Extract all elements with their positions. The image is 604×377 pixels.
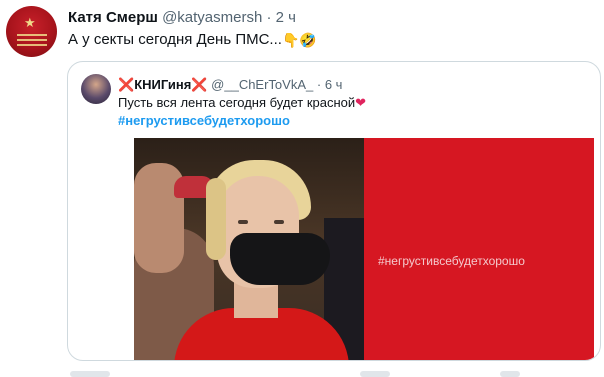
separator-dot: · <box>316 77 322 92</box>
author-name[interactable]: Катя Смерш <box>68 9 158 26</box>
heart-icon: ❤ <box>355 95 367 110</box>
separator-dot: · <box>266 9 272 26</box>
media-photo[interactable] <box>134 138 364 360</box>
quoted-tweet-header: ❌КНИГиня❌ @__ChErToVkA_ · 6 ч <box>118 77 342 93</box>
cross-mark-icon: ❌ <box>191 77 208 92</box>
quoted-tweet[interactable]: ❌КНИГиня❌ @__ChErToVkA_ · 6 ч Пусть вся … <box>67 61 601 361</box>
quoted-tweet-text-body: Пусть вся лента сегодня будет красной <box>118 95 356 110</box>
quoted-media[interactable]: #негрустивсебудетхорошо <box>134 138 594 360</box>
rolling-laughing-emoji: 🤣 <box>299 32 317 48</box>
red-panel-hashtag: #негрустивсебудетхорошо <box>378 254 525 268</box>
quoted-hashtag-link[interactable]: #негрустивсебудетхорошо <box>118 113 290 128</box>
media-red-panel[interactable]: #негрустивсебудетхорошо <box>364 138 594 360</box>
author-avatar[interactable]: ★ <box>6 6 57 57</box>
tweet-text-body: А у секты сегодня День ПМС... <box>68 31 282 48</box>
star-icon: ★ <box>24 15 36 30</box>
tweet-header: Катя Смерш @katyasmersh · 2 ч <box>68 9 296 26</box>
next-tweet-partial <box>60 368 600 377</box>
quoted-author-name[interactable]: ❌КНИГиня❌ <box>118 77 208 92</box>
tweet-text: А у секты сегодня День ПМС...👇🤣 <box>68 31 317 49</box>
cross-mark-icon: ❌ <box>118 77 135 92</box>
pointing-down-emoji: 👇 <box>281 32 300 48</box>
quoted-author-avatar[interactable] <box>81 74 111 104</box>
quoted-author-name-text: КНИГиня <box>134 77 192 92</box>
tweet-time[interactable]: 2 ч <box>276 9 296 26</box>
quoted-author-handle[interactable]: @__ChErToVkA_ <box>211 77 313 92</box>
avatar-emblem <box>17 31 47 49</box>
quoted-tweet-time[interactable]: 6 ч <box>325 77 343 92</box>
quoted-tweet-text: Пусть вся лента сегодня будет красной❤ <box>118 95 366 111</box>
author-handle[interactable]: @katyasmersh <box>162 9 262 26</box>
